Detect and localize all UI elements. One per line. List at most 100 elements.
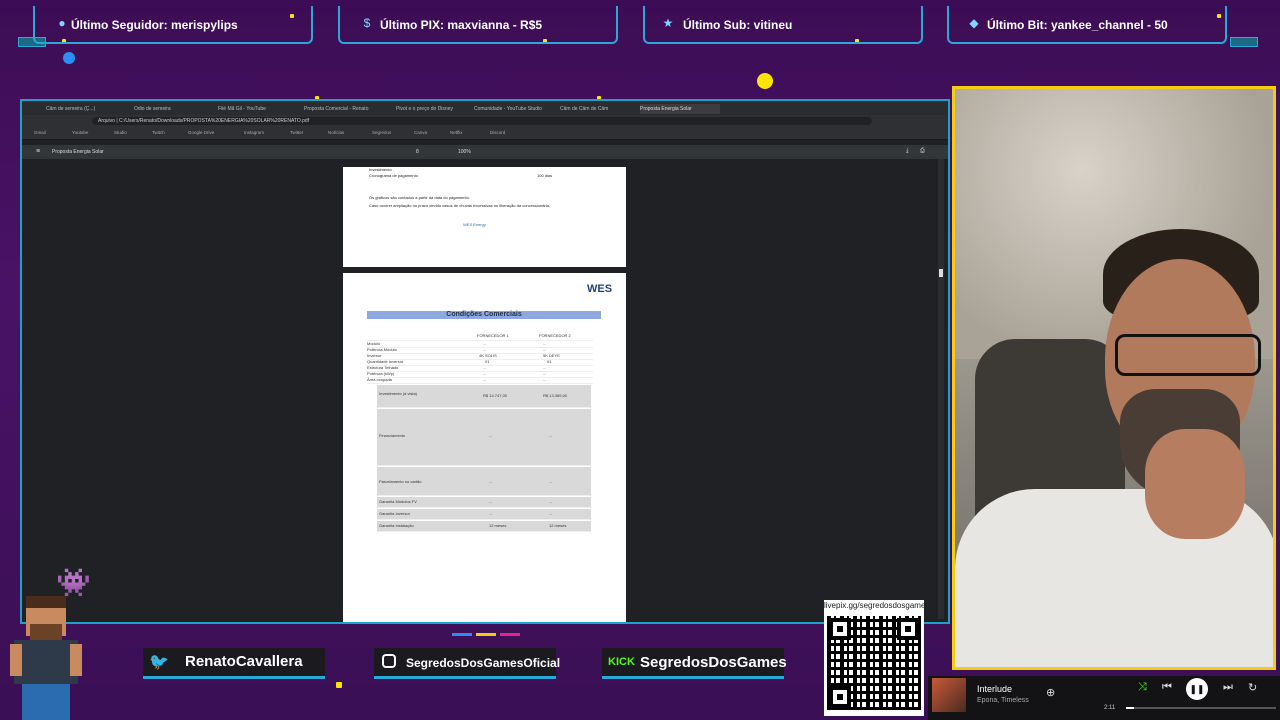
browser-url-bar: Arquivo | C:/Users/Renato/Downloads/PROP…	[22, 115, 948, 127]
browser-tab-active[interactable]: Proposta Energia Solar	[640, 104, 720, 114]
table-cell: ...	[549, 511, 553, 516]
alert-label: Último Sub: vitineu	[683, 18, 793, 32]
pdf-section-title: Condições Comerciais	[367, 311, 601, 319]
bookmark-item[interactable]: Netflix	[450, 130, 463, 135]
table-cell: 12 meses	[489, 523, 507, 528]
pdf-text: WES Energy	[463, 222, 486, 227]
scroll-thumb[interactable]	[939, 269, 943, 277]
table-cell: ...	[483, 341, 487, 346]
table-cell: Estrutura Telhado	[367, 365, 399, 370]
table-cell: ...	[489, 433, 493, 438]
browser-tab[interactable]: Comunidade - YouTube Studio	[474, 104, 556, 114]
qr-finder	[829, 686, 851, 708]
previous-icon[interactable]: ⏮	[1162, 681, 1172, 694]
twitter-icon: 🐦	[149, 654, 169, 671]
bookmark-item[interactable]: Youtube	[72, 130, 88, 135]
diamond-icon: ◆	[969, 16, 979, 30]
pdf-text: Caso ocorrer ampliação no prazo devido c…	[369, 203, 550, 208]
alert-label: Último Bit: yankee_channel - 50	[987, 18, 1168, 32]
album-art	[932, 678, 966, 712]
table-row: Área ocupada......	[367, 377, 593, 384]
browser-tab[interactable]: Odio de semeira	[134, 104, 206, 114]
shared-screen: Câm de semeira (Ç...) Odio de semeira Fi…	[20, 99, 950, 624]
corner-deco	[1230, 37, 1258, 47]
address-text: C:/Users/Renato/Downloads/PROPOSTA%20ENE…	[119, 118, 310, 124]
track-title: Interlude	[977, 684, 1013, 694]
bookmark-item[interactable]: Gmail	[34, 130, 46, 135]
table-cell: Financiamento	[379, 433, 406, 438]
download-icon[interactable]: ⤓	[906, 148, 909, 155]
bookmark-item[interactable]: Google Drive	[188, 130, 214, 135]
pause-button[interactable]: ❚❚	[1186, 678, 1208, 700]
pdf-title: Proposta Energia Solar	[52, 149, 104, 155]
table-cell: 01	[547, 359, 552, 364]
next-icon[interactable]: ⏭	[1223, 681, 1233, 694]
bookmark-item[interactable]: Segredos	[372, 130, 391, 135]
browser-tab[interactable]: Filé Mã Gil - YouTube	[218, 104, 294, 114]
browser-tab[interactable]: Câm de semeira (Ç...)	[46, 104, 130, 114]
instagram-icon	[382, 654, 396, 668]
alert-pix: $ Último PIX: maxvianna - R$5	[338, 6, 618, 44]
browser-tab[interactable]: Câm de Câm de Câm	[560, 104, 632, 114]
instagram-label: SegredosDosGamesOficial	[406, 656, 561, 670]
bookmarks-bar: Gmail Youtube Studio Twitch Google Drive…	[22, 127, 948, 140]
print-icon[interactable]: ⎙	[920, 148, 925, 155]
table-cell: Módulo	[367, 341, 381, 346]
table-row: Garantia Instalação 12 meses 12 meses	[377, 521, 591, 532]
bookmark-item[interactable]: Notícias	[328, 130, 344, 135]
deco-bar	[452, 633, 472, 636]
table-header: FORNECEDOR 2	[539, 333, 571, 338]
table-cell: Garantia Inversor	[379, 511, 410, 516]
bookmark-item[interactable]: Instagram	[244, 130, 264, 135]
pdf-scrollbar[interactable]	[938, 159, 944, 619]
alert-bit: ◆ Último Bit: yankee_channel - 50	[947, 6, 1227, 44]
pdf-page-current: WES Condições Comerciais FORNECEDOR 1 FO…	[343, 273, 626, 622]
table-cell: 4K SOLIS	[479, 353, 497, 358]
table-cell: 5K DEYE	[543, 353, 560, 358]
browser-tab-bar: Câm de semeira (Ç...) Odio de semeira Fi…	[22, 101, 948, 115]
table-row: FORNECEDOR 1 FORNECEDOR 2	[367, 333, 593, 341]
pdf-zoom-level[interactable]: 100%	[458, 149, 471, 155]
bookmark-item[interactable]: Studio	[114, 130, 127, 135]
deco-bar	[500, 633, 520, 636]
deco-dot	[336, 682, 342, 688]
bookmark-item[interactable]: Twitch	[152, 130, 165, 135]
alert-label: Último PIX: maxvianna - R$5	[380, 18, 543, 32]
table-cell: ...	[543, 377, 547, 382]
track-progress[interactable]	[1126, 707, 1276, 709]
livepix-qr: livepix.gg/segredosdosgames	[824, 600, 930, 716]
table-cell: Investimento (à vista)	[379, 391, 418, 396]
dollar-icon: $	[363, 16, 371, 30]
browser-tab[interactable]: Proposta Comercial - Renato	[304, 104, 388, 114]
address-input[interactable]: Arquivo | C:/Users/Renato/Downloads/PROP…	[92, 117, 872, 125]
browser-tab[interactable]: Pivot e o preço do Disney	[396, 104, 470, 114]
table-cell: ...	[549, 479, 553, 484]
table-cell: ...	[483, 371, 487, 376]
qr-url: livepix.gg/segredosdosgames	[824, 601, 930, 610]
bookmark-item[interactable]: Discord	[490, 130, 505, 135]
table-row: Parcelamento no cartão......	[377, 467, 591, 496]
table-cell: 01	[485, 359, 490, 364]
pdf-page-number[interactable]: 8	[416, 149, 419, 155]
bookmark-item[interactable]: Twitter	[290, 130, 303, 135]
deco-coin	[757, 73, 773, 89]
qr-finder	[897, 618, 919, 640]
table-cell: Garantia Instalação	[379, 523, 414, 528]
pdf-text: Investimento	[369, 167, 392, 172]
menu-icon[interactable]: ≡	[36, 148, 40, 155]
add-icon[interactable]: ⊕	[1046, 686, 1055, 699]
cam-hand	[1145, 429, 1245, 539]
kick-label: SegredosDosGames	[640, 654, 787, 671]
pdf-text: 100 dias	[537, 173, 553, 178]
repeat-icon[interactable]: ↻	[1248, 681, 1257, 694]
twitter-label: RenatoCavallera	[185, 653, 303, 670]
bookmark-item[interactable]: Canva	[414, 130, 427, 135]
music-player: Interlude Epona, Timeless ⊕ ⤨ ⏮ ❚❚ ⏭ ↻ 2…	[928, 676, 1280, 720]
instagram-handle: SegredosDosGamesOficial	[374, 648, 560, 679]
qr-code-icon	[827, 616, 921, 710]
shuffle-icon[interactable]: ⤨	[1138, 681, 1147, 694]
table-cell: ...	[543, 365, 547, 370]
track-artist: Epona, Timeless	[977, 697, 1029, 704]
table-cell: ...	[483, 377, 487, 382]
alert-sub: ★ Último Sub: vitineu	[643, 6, 923, 44]
